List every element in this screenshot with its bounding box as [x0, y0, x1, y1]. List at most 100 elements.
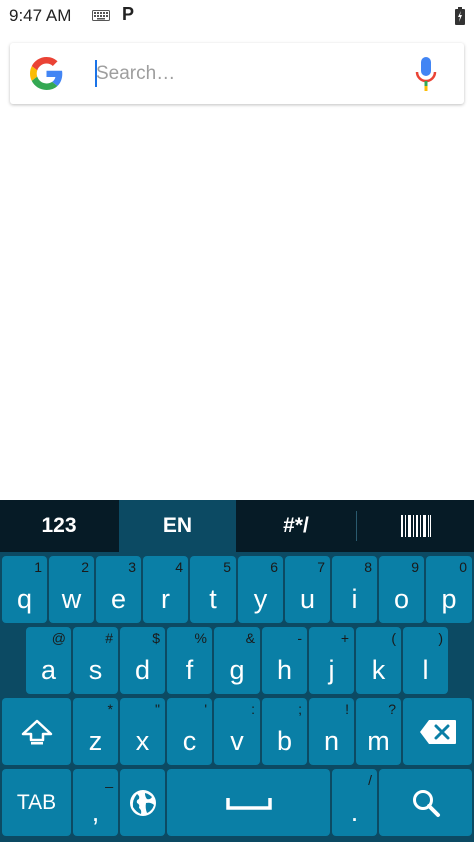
search-input[interactable]: [94, 56, 396, 92]
key-hint: (: [391, 630, 396, 646]
key-hint: 3: [128, 559, 136, 575]
tab-symbols[interactable]: #*/: [237, 500, 355, 552]
microphone-icon[interactable]: [415, 57, 437, 91]
key-label: i: [351, 584, 358, 614]
key-label: x: [135, 726, 150, 756]
key-m[interactable]: ? m: [356, 698, 401, 765]
key-y[interactable]: 6 y: [238, 556, 283, 623]
google-g-icon: [30, 57, 63, 90]
key-n[interactable]: ! n: [309, 698, 354, 765]
key-label: a: [40, 655, 57, 685]
key-q[interactable]: 1 q: [2, 556, 47, 623]
key-comma[interactable]: _ ,: [73, 769, 118, 836]
key-period[interactable]: / .: [332, 769, 377, 836]
status-time: 9:47 AM: [9, 6, 72, 25]
key-f[interactable]: % f: [167, 627, 212, 694]
key-label: g: [229, 655, 245, 685]
key-hint: #: [105, 630, 113, 646]
key-hint: 6: [270, 559, 278, 575]
key-w[interactable]: 2 w: [49, 556, 94, 623]
key-label: e: [110, 584, 127, 614]
key-hint: 1: [34, 559, 42, 575]
key-g[interactable]: & g: [214, 627, 260, 694]
key-u[interactable]: 7 u: [285, 556, 330, 623]
keyboard-toolbar: 123 EN #*/: [0, 500, 474, 552]
keyboard: 123 EN #*/ 1 q 2 w 3 e 4 r 5 t 6 y 7 u 8…: [0, 500, 474, 842]
key-hint: ;: [298, 701, 302, 717]
key-label: m: [367, 726, 390, 756]
key-l[interactable]: ) l: [403, 627, 448, 694]
key-label: n: [323, 726, 340, 756]
shift-key[interactable]: [2, 698, 71, 765]
key-e[interactable]: 3 e: [96, 556, 141, 623]
key-label: p: [441, 584, 457, 614]
key-label: q: [16, 584, 33, 614]
key-hint: 9: [411, 559, 419, 575]
tab-key-label: TAB: [16, 790, 57, 814]
key-i[interactable]: 8 i: [332, 556, 377, 623]
key-label: t: [209, 584, 217, 614]
key-label: z: [88, 726, 103, 756]
key-k[interactable]: ( k: [356, 627, 401, 694]
tab-en[interactable]: EN: [119, 500, 236, 552]
tab-key[interactable]: TAB: [2, 769, 71, 836]
key-hint: 7: [317, 559, 325, 575]
key-hint: ?: [388, 701, 396, 717]
key-label: c: [182, 726, 197, 756]
key-v[interactable]: : v: [214, 698, 260, 765]
tab-symbols-label: #*/: [283, 514, 309, 537]
key-hint: 0: [459, 559, 467, 575]
key-hint: !: [345, 701, 349, 717]
parking-icon: P: [122, 4, 135, 24]
key-hint: -: [297, 630, 302, 646]
search-icon: [412, 789, 440, 817]
key-b[interactable]: ; b: [262, 698, 307, 765]
key-z[interactable]: * z: [73, 698, 118, 765]
key-a[interactable]: @ a: [26, 627, 71, 694]
search-bar[interactable]: [10, 43, 464, 104]
key-label: k: [371, 655, 386, 685]
key-label: r: [161, 584, 170, 614]
key-label: u: [299, 584, 316, 614]
tab-en-label: EN: [162, 514, 193, 537]
tab-barcode[interactable]: [357, 500, 474, 552]
key-label: h: [276, 655, 293, 685]
key-hint: +: [340, 630, 349, 646]
key-j[interactable]: + j: [309, 627, 354, 694]
backspace-key[interactable]: [403, 698, 472, 765]
key-hint: :: [251, 701, 255, 717]
tab-123[interactable]: 123: [0, 500, 118, 552]
barcode-icon: [400, 515, 431, 537]
key-hint: 8: [364, 559, 372, 575]
keyboard-icon: [92, 10, 110, 21]
key-label: ,: [91, 797, 100, 827]
key-c[interactable]: ' c: [167, 698, 212, 765]
key-label: y: [253, 584, 268, 614]
space-key[interactable]: [167, 769, 330, 836]
backspace-icon: [419, 719, 456, 744]
key-hint: _: [105, 772, 113, 788]
status-bar: 9:47 AM P: [0, 0, 474, 32]
shift-icon: [21, 719, 52, 744]
battery-icon: [455, 7, 465, 25]
key-t[interactable]: 5 t: [190, 556, 236, 623]
key-p[interactable]: 0 p: [426, 556, 472, 623]
key-hint: 4: [175, 559, 183, 575]
key-h[interactable]: - h: [262, 627, 307, 694]
key-hint: ): [438, 630, 443, 646]
key-hint: /: [368, 772, 372, 788]
key-r[interactable]: 4 r: [143, 556, 188, 623]
key-hint: 2: [81, 559, 89, 575]
key-label: v: [230, 726, 244, 756]
key-label: w: [61, 584, 82, 614]
key-label: .: [350, 797, 359, 827]
search-key[interactable]: [379, 769, 472, 836]
key-hint: %: [194, 630, 207, 646]
key-d[interactable]: $ d: [120, 627, 165, 694]
key-label: b: [276, 726, 293, 756]
key-x[interactable]: " x: [120, 698, 165, 765]
key-o[interactable]: 9 o: [379, 556, 424, 623]
language-key[interactable]: [120, 769, 165, 836]
key-s[interactable]: # s: [73, 627, 118, 694]
key-hint: ": [155, 701, 160, 717]
